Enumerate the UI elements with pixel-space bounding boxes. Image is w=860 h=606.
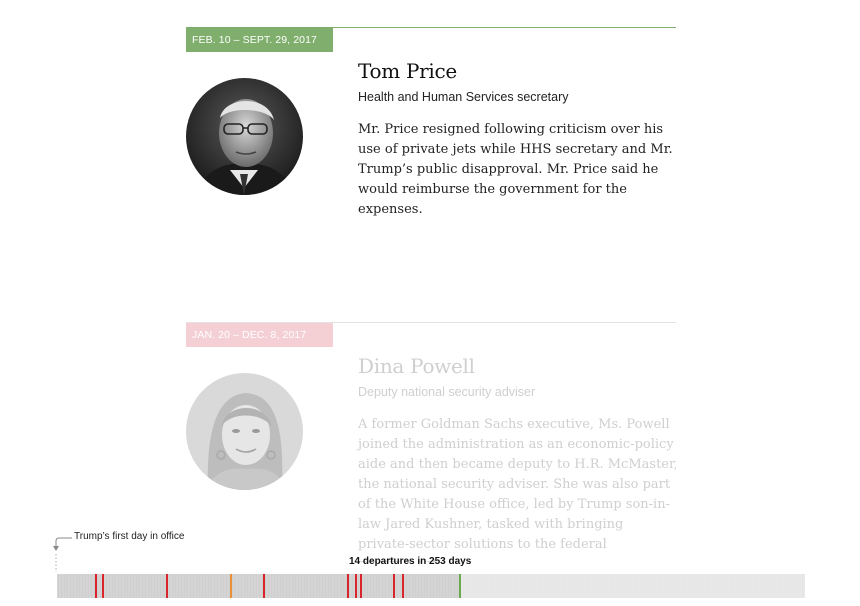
person-name: Dina Powell (358, 354, 475, 378)
departure-mark[interactable] (393, 574, 395, 598)
departure-mark[interactable] (355, 574, 357, 598)
person-description: Mr. Price resigned following criticism o… (358, 122, 673, 217)
departures-timeline[interactable] (57, 574, 805, 598)
departure-mark[interactable] (95, 574, 97, 598)
departure-mark[interactable] (347, 574, 349, 598)
person-role: Health and Human Services secretary (358, 90, 569, 104)
departure-mark[interactable] (166, 574, 168, 598)
current-day-mark[interactable] (459, 574, 461, 598)
departure-mark[interactable] (360, 574, 362, 598)
departure-mark-orange[interactable] (230, 574, 232, 598)
portrait-photo (186, 78, 303, 195)
person-description: A former Goldman Sachs executive, Ms. Po… (358, 417, 676, 562)
departures-count-label: 14 departures in 253 days (349, 556, 472, 567)
portrait-photo (186, 373, 303, 490)
departure-mark[interactable] (102, 574, 104, 598)
portrait-dina-powell (186, 373, 303, 490)
date-range-tag: FEB. 10 – SEPT. 29, 2017 (186, 28, 333, 52)
timeline-elapsed-track (57, 574, 461, 598)
profile-card-tom-price: FEB. 10 – SEPT. 29, 2017 Tom Price Healt… (186, 27, 676, 227)
person-role: Deputy national security adviser (358, 385, 536, 399)
profile-card-dina-powell: JAN. 20 – DEC. 8, 2017 Dina Powell Deput… (186, 322, 676, 562)
person-name: Tom Price (358, 59, 457, 83)
first-day-arrow-icon (53, 537, 72, 572)
departure-mark[interactable] (263, 574, 265, 598)
departure-mark[interactable] (402, 574, 404, 598)
first-day-label: Trump’s first day in office (74, 531, 185, 542)
date-range-tag: JAN. 20 – DEC. 8, 2017 (186, 323, 333, 347)
portrait-tom-price (186, 78, 303, 195)
